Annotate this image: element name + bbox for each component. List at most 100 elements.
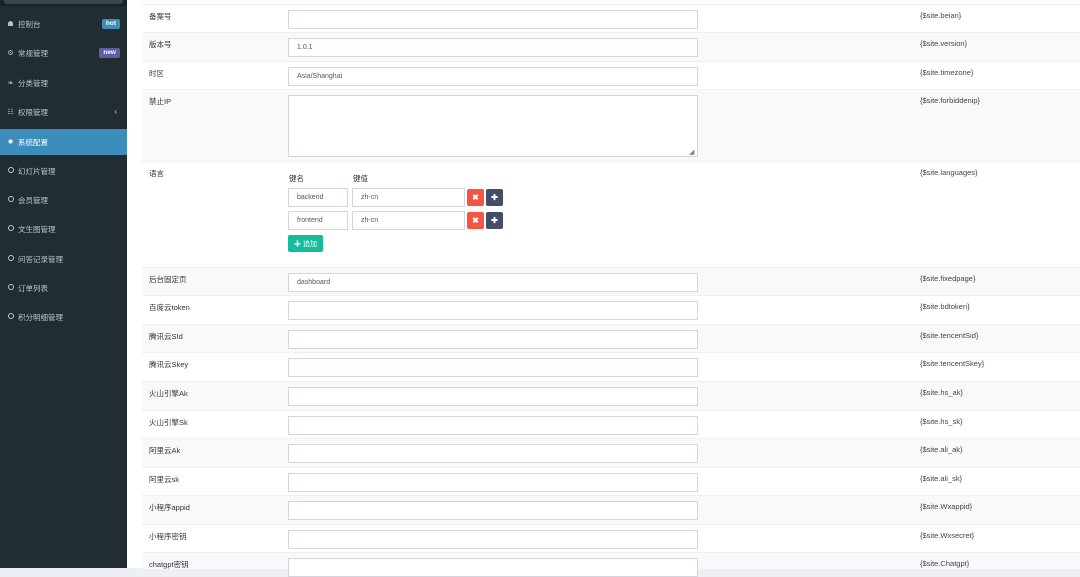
sidebar: ☗ 控制台 hot ⚙ 常规管理 new ❧ 分类管理 ☷ 权限管理 ‹ ✹ 系… <box>0 0 127 568</box>
config-row-hs-sk: 火山引擎Sk {$site.hs_sk} <box>142 410 1080 439</box>
circle-icon <box>6 225 15 233</box>
field-variable: {$site.forbiddenip} <box>920 96 981 105</box>
field-label: 火山引擎Sk <box>149 418 188 427</box>
field-variable: {$site.version} <box>920 39 968 48</box>
circle-icon <box>6 284 15 292</box>
language-key-input[interactable]: backend <box>288 188 348 207</box>
field-label: 禁止IP <box>149 97 172 106</box>
config-row-tencentskey: 腾讯云Skey {$site.tencentSkey} <box>142 352 1080 382</box>
config-row-chatgpt: chatgpt密钥 {$site.Chatgpt} <box>142 552 1080 577</box>
sidebar-item-config[interactable]: ✹ 系统配置 <box>0 129 127 155</box>
sidebar-item-members[interactable]: 会员管理 <box>0 188 127 212</box>
sidebar-item-label: 问答记录管理 <box>18 254 63 264</box>
config-row-version: 版本号 1.0.1 {$site.version} <box>142 32 1080 62</box>
leaf-icon: ❧ <box>7 80 14 87</box>
field-variable: {$site.fixedpage} <box>920 274 976 283</box>
tencentskey-input[interactable] <box>288 358 698 377</box>
config-row-timezone: 时区 Asia/Shanghai {$site.timezone} <box>142 61 1080 90</box>
config-row-wxappid: 小程序appid {$site.Wxappid} <box>142 495 1080 525</box>
language-value-input[interactable]: zh-cn <box>352 188 465 207</box>
ali-ak-input[interactable] <box>288 444 698 463</box>
wxappid-input[interactable] <box>288 501 698 520</box>
config-row-wxsecret: 小程序密钥 {$site.Wxsecret} <box>142 524 1080 553</box>
dashboard-icon: ☗ <box>7 21 14 28</box>
hot-badge: hot <box>101 19 120 29</box>
circle-icon <box>6 167 15 175</box>
key-header: 键名 <box>289 174 304 183</box>
wxsecret-input[interactable] <box>288 530 698 549</box>
field-label: chatgpt密钥 <box>149 560 189 569</box>
config-row-ali-sk: 阿里云sk {$site.ali_sk} <box>142 467 1080 496</box>
chevron-left-icon: ‹ <box>114 107 117 116</box>
field-label: 语言 <box>149 169 164 178</box>
field-variable: {$site.tencentSid} <box>920 331 979 340</box>
field-variable: {$site.Wxappid} <box>920 502 973 511</box>
resize-grip-icon[interactable]: ◢ <box>689 148 694 156</box>
sidebar-item-label: 控制台 <box>18 19 41 29</box>
cogs-icon: ⚙ <box>7 50 14 57</box>
config-row-languages: 语言 键名 键值 backend zh-cn ✖ ✚ frontend zh-c… <box>142 161 1080 268</box>
config-row-fixedpage: 后台固定页 dashboard {$site.fixedpage} <box>142 267 1080 296</box>
sidebar-item-slides[interactable]: 幻灯片管理 <box>0 159 127 183</box>
sidebar-item-general[interactable]: ⚙ 常规管理 new <box>0 41 127 65</box>
sidebar-search-box[interactable] <box>4 0 123 4</box>
hs-ak-input[interactable] <box>288 387 698 406</box>
remove-row-button[interactable]: ✖ <box>467 189 484 206</box>
bdtoken-input[interactable] <box>288 301 698 320</box>
config-row-hs-ak: 火山引擎Ak {$site.hs_ak} <box>142 381 1080 411</box>
config-row-forbiddenip: 禁止IP ◢ {$site.forbiddenip} <box>142 89 1080 162</box>
remove-row-button[interactable]: ✖ <box>467 212 484 229</box>
config-form: 备案号 {$site.beian} 版本号 1.0.1 {$site.versi… <box>127 0 1080 577</box>
field-variable: {$site.ali_ak} <box>920 445 963 454</box>
field-variable: {$site.Wxsecret} <box>920 531 975 540</box>
circle-icon <box>6 255 15 263</box>
field-label: 腾讯云SId <box>149 332 183 341</box>
version-input[interactable]: 1.0.1 <box>288 38 698 57</box>
sidebar-item-orders[interactable]: 订单列表 <box>0 276 127 300</box>
beian-input[interactable] <box>288 10 698 29</box>
sidebar-item-label: 订单列表 <box>18 283 48 293</box>
config-row-tencentsid: 腾讯云SId {$site.tencentSid} <box>142 324 1080 353</box>
config-row-ali-ak: 阿里云Ak {$site.ali_ak} <box>142 438 1080 468</box>
append-button[interactable]: ✚ 追加 <box>288 235 323 252</box>
sidebar-item-dashboard[interactable]: ☗ 控制台 hot <box>0 12 127 36</box>
group-icon: ☷ <box>7 109 14 116</box>
language-key-input[interactable]: frontend <box>288 211 348 230</box>
circle-icon <box>6 196 15 204</box>
sidebar-item-points[interactable]: 积分明细管理 <box>0 305 127 329</box>
forbiddenip-textarea[interactable] <box>288 95 698 157</box>
config-row-bdtoken: 百度云token {$site.bdtoken} <box>142 295 1080 325</box>
field-label: 阿里云sk <box>149 475 179 484</box>
sidebar-item-label: 系统配置 <box>18 137 48 147</box>
circle-icon <box>6 313 15 321</box>
ali-sk-input[interactable] <box>288 473 698 492</box>
sidebar-search-area <box>0 0 127 6</box>
sidebar-item-qa-records[interactable]: 问答记录管理 <box>0 247 127 271</box>
field-label: 时区 <box>149 69 164 78</box>
timezone-input[interactable]: Asia/Shanghai <box>288 67 698 86</box>
field-variable: {$site.timezone} <box>920 68 974 77</box>
field-variable: {$site.tencentSkey} <box>920 359 985 368</box>
field-label: 小程序密钥 <box>149 532 187 541</box>
field-label: 腾讯云Skey <box>149 360 189 369</box>
field-label: 备案号 <box>149 12 172 21</box>
sidebar-item-label: 常规管理 <box>18 48 48 58</box>
fixedpage-input[interactable]: dashboard <box>288 273 698 292</box>
language-value-input[interactable]: zh-cn <box>352 211 465 230</box>
drag-row-button[interactable]: ✚ <box>486 189 503 206</box>
tencentsid-input[interactable] <box>288 330 698 349</box>
field-variable: {$site.languages} <box>920 168 978 177</box>
sidebar-item-auth[interactable]: ☷ 权限管理 ‹ <box>0 100 127 124</box>
hs-sk-input[interactable] <box>288 416 698 435</box>
field-variable: {$site.hs_ak} <box>920 388 963 397</box>
field-label: 百度云token <box>149 303 190 312</box>
sidebar-item-text2img[interactable]: 文生图管理 <box>0 217 127 241</box>
value-header: 键值 <box>353 174 368 183</box>
field-variable: {$site.hs_sk} <box>920 417 963 426</box>
sidebar-item-label: 文生图管理 <box>18 224 56 234</box>
field-label: 版本号 <box>149 40 172 49</box>
sidebar-item-label: 会员管理 <box>18 195 48 205</box>
sidebar-item-category[interactable]: ❧ 分类管理 <box>0 71 127 95</box>
sidebar-item-label: 权限管理 <box>18 107 48 117</box>
drag-row-button[interactable]: ✚ <box>486 212 503 229</box>
